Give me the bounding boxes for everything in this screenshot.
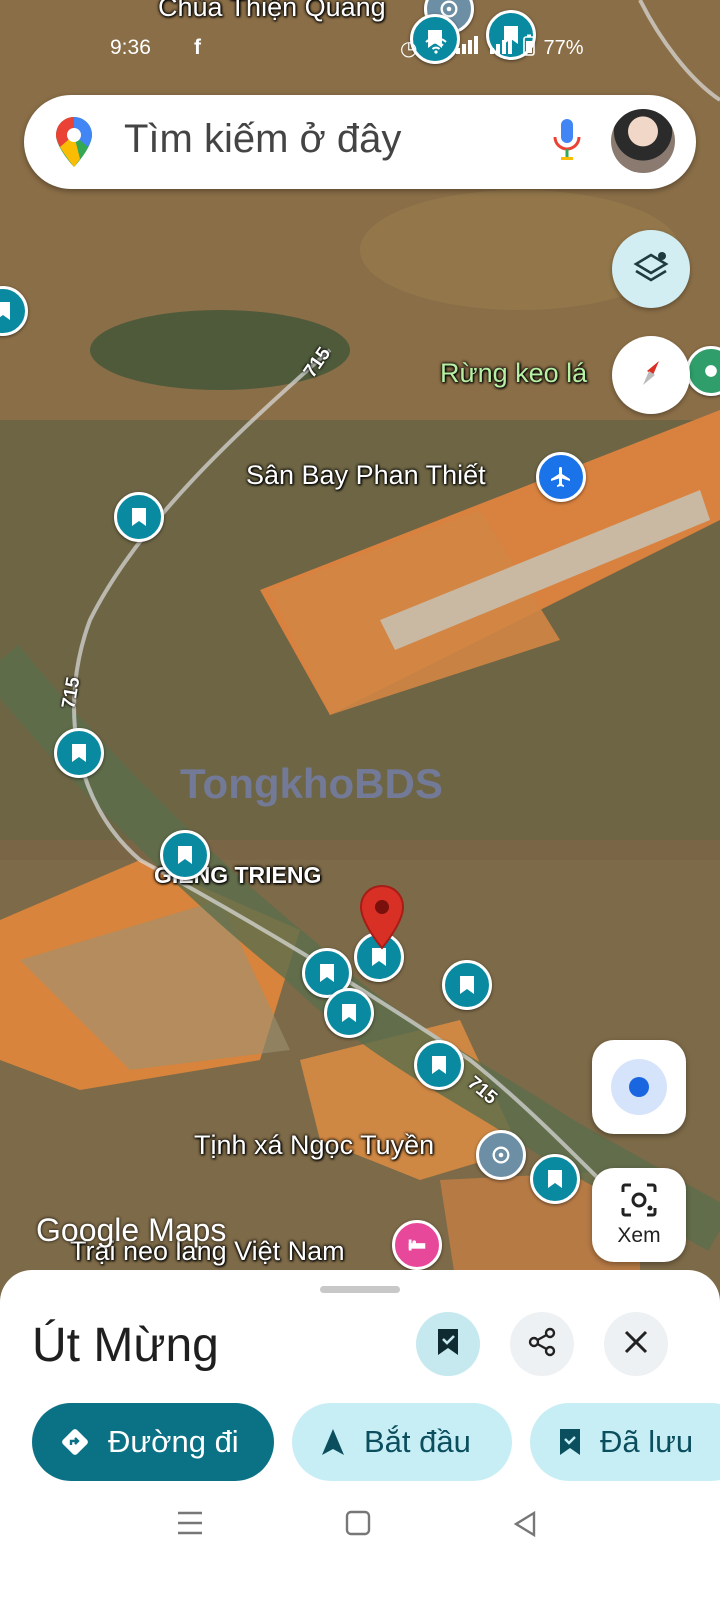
start-label: Bắt đầu [364,1424,471,1459]
close-icon [623,1329,649,1360]
google-maps-logo: Google Maps [36,1212,227,1248]
saved-button[interactable] [416,1312,480,1376]
airport-icon[interactable] [536,452,586,502]
lens-label: Xem [617,1224,661,1247]
status-icons: ◷ 77% [400,34,583,62]
signal-icon [455,36,481,60]
map-label-forest[interactable]: Rừng keo lá [440,358,587,389]
drag-handle[interactable] [320,1286,400,1293]
bookmark-check-icon [435,1327,461,1362]
facebook-icon: f [194,36,201,59]
directions-button[interactable]: Đường đi [32,1403,274,1481]
compass-button[interactable] [612,336,690,414]
temple-icon[interactable] [476,1130,526,1180]
search-bar[interactable]: Tìm kiếm ở đây [24,95,696,189]
compass-icon [633,355,669,396]
location-dot-icon [611,1059,667,1115]
saved-place-marker[interactable] [160,830,210,880]
directions-icon [60,1427,90,1457]
search-input[interactable]: Tìm kiếm ở đây [124,117,401,162]
map-label-temple[interactable]: Chùa Thiện Quang [158,0,386,23]
status-bar: 9:36 f ◷ 77% [0,30,720,66]
share-button[interactable] [510,1312,574,1376]
status-time: 9:36 [110,36,151,59]
home-icon[interactable] [345,1510,371,1541]
system-navigation-bar [0,1490,720,1560]
watermark: TongkhoBDS [180,760,443,807]
saved-place-marker[interactable] [324,988,374,1038]
microphone-icon[interactable] [552,117,582,168]
alarm-icon: ◷ [400,37,418,60]
back-icon[interactable] [512,1510,538,1543]
battery-icon [523,34,536,62]
directions-label: Đường đi [108,1424,239,1459]
saved-place-marker[interactable] [442,960,492,1010]
place-title: Út Mừng [32,1319,219,1372]
lens-button[interactable]: Xem [592,1168,686,1262]
saved-place-marker[interactable] [530,1154,580,1204]
signal-icon [489,36,515,60]
saved-label: Đã lưu [600,1424,694,1459]
layers-icon [632,248,670,291]
saved-place-marker[interactable] [54,728,104,778]
map-label-airport[interactable]: Sân Bay Phan Thiết [246,460,486,491]
map-label-monastery[interactable]: Tịnh xá Ngọc Tuyền [194,1130,434,1161]
saved-place-marker[interactable] [414,1040,464,1090]
bookmark-check-icon [558,1427,582,1457]
avatar[interactable] [611,109,675,173]
navigation-arrow-icon [320,1427,346,1457]
my-location-button[interactable] [592,1040,686,1134]
camera-scan-icon [620,1182,658,1223]
recent-apps-icon[interactable] [176,1510,204,1541]
layers-button[interactable] [612,230,690,308]
start-button[interactable]: Bắt đầu [292,1403,512,1481]
hotel-icon[interactable] [392,1220,442,1270]
saved-list-button[interactable]: Đã lưu [530,1403,720,1481]
saved-place-marker[interactable] [114,492,164,542]
close-button[interactable] [604,1312,668,1376]
wifi-icon [425,36,448,60]
battery-level: 77% [543,36,584,59]
google-maps-pin-icon [54,115,94,174]
share-icon [527,1327,557,1362]
selected-location-pin[interactable] [358,884,406,957]
